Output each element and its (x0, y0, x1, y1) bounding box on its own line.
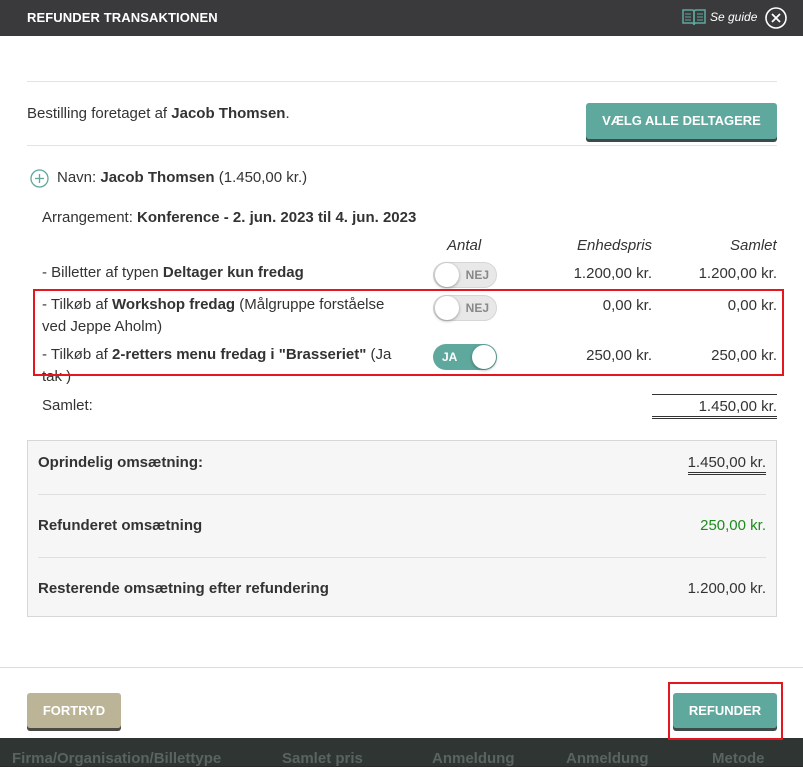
guide-label: Se guide (710, 10, 758, 24)
original-revenue-value: 1.450,00 kr. (687, 454, 766, 475)
item-prefix: - Billetter af typen (42, 264, 163, 281)
dialog-title: REFUNDER TRANSAKTIONEN (27, 10, 218, 25)
select-all-participants-button[interactable]: VÆLG ALLE DELTAGERE (586, 103, 777, 139)
dialog-title-bar: REFUNDER TRANSAKTIONEN Se guide (0, 0, 803, 36)
refund-dialog: REFUNDER TRANSAKTIONEN Se guide Bestilli… (0, 0, 803, 740)
participant-name-line: Navn: Jacob Thomsen (1.450,00 kr.) (57, 169, 307, 186)
divider (38, 557, 766, 558)
event-prefix: Arrangement: (42, 209, 138, 226)
booking-prefix: Bestilling foretaget af (27, 105, 172, 122)
cancel-button[interactable]: FORTRYD (27, 693, 121, 728)
divider (27, 145, 777, 146)
unit-price: 1.200,00 kr. (573, 265, 652, 282)
total-value: 1.450,00 kr. (652, 394, 777, 419)
footer-divider (0, 667, 803, 668)
refunded-revenue-label: Refunderet omsætning (38, 517, 203, 534)
highlight-box (33, 289, 784, 376)
participant-name: Jacob Thomsen (100, 169, 215, 186)
quantity-toggle[interactable]: NEJ (433, 262, 497, 288)
background-column-label: Metode (712, 750, 765, 767)
revenue-summary: Oprindelig omsætning: 1.450,00 kr. Refun… (27, 440, 777, 617)
highlight-box (668, 682, 783, 740)
booker-name: Jacob Thomsen (171, 105, 286, 122)
background-column-label: Samlet pris (282, 750, 363, 767)
name-prefix: Navn: (57, 169, 101, 186)
column-header-quantity: Antal (447, 237, 482, 254)
booking-suffix: . (285, 105, 290, 122)
line-total: 1.200,00 kr. (698, 265, 777, 282)
divider (27, 81, 777, 82)
line-item: - Billetter af typen Deltager kun fredag (42, 262, 412, 284)
original-revenue-label: Oprindelig omsætning: (38, 454, 203, 471)
participant-amount: (1.450,00 kr.) (214, 169, 308, 186)
expand-plus-icon[interactable] (30, 169, 49, 188)
toggle-label: NEJ (465, 268, 489, 282)
background-column-label: Anmeldung (432, 750, 515, 767)
divider (38, 494, 766, 495)
background-column-label: Firma/Organisation/Billettype (12, 750, 222, 767)
background-column-label: Anmeldung (566, 750, 649, 767)
refunded-revenue-value: 250,00 kr. (700, 517, 766, 534)
book-icon (682, 9, 706, 26)
remaining-revenue-value: 1.200,00 kr. (687, 580, 766, 597)
column-header-total: Samlet (730, 237, 777, 254)
total-label: Samlet: (42, 397, 93, 414)
guide-link[interactable]: Se guide (682, 7, 757, 27)
item-name: Deltager kun fredag (162, 264, 304, 281)
remaining-revenue-label: Resterende omsætning efter refundering (38, 580, 329, 597)
booking-info: Bestilling foretaget af Jacob Thomsen. (27, 105, 290, 122)
original-revenue-value-wrap: 1.450,00 kr. (687, 454, 766, 475)
event-name: Konference - 2. jun. 2023 til 4. jun. 20… (137, 209, 417, 226)
background-table-header: Firma/Organisation/Billettype Samlet pri… (0, 738, 803, 767)
toggle-knob (435, 263, 459, 287)
close-icon[interactable] (765, 7, 787, 29)
event-line: Arrangement: Konference - 2. jun. 2023 t… (42, 209, 416, 226)
column-header-unit-price: Enhedspris (577, 237, 653, 254)
